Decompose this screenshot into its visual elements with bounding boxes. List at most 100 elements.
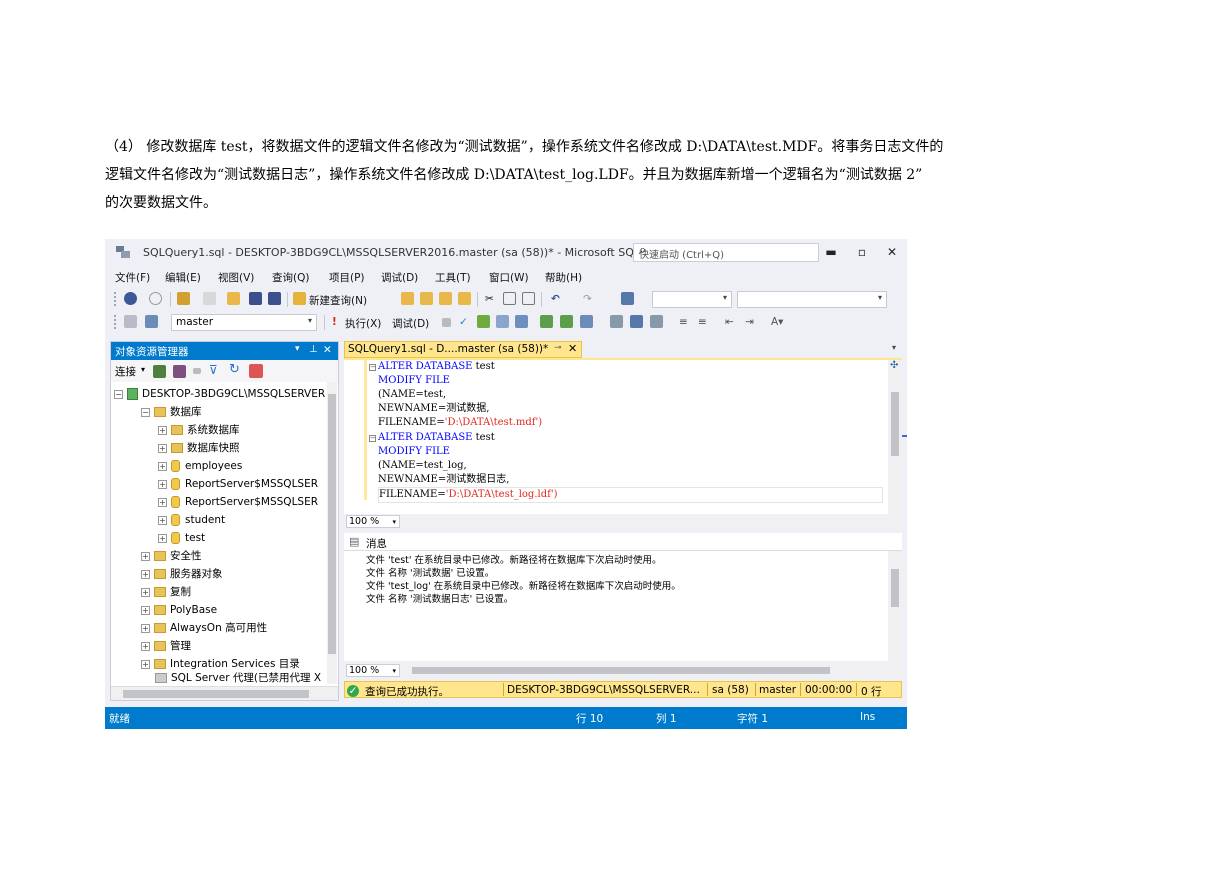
messages-vscroll[interactable] — [888, 551, 902, 661]
save-all-icon[interactable] — [268, 292, 281, 305]
expand-icon[interactable]: + — [141, 569, 150, 579]
specify-values-icon[interactable]: A▾ — [771, 316, 783, 328]
panel-dropdown-icon[interactable]: ▾ — [295, 344, 300, 354]
menu-query[interactable]: 查询(Q) — [272, 270, 309, 285]
results-file-icon[interactable] — [650, 315, 663, 328]
menu-project[interactable]: 项目(P) — [329, 270, 365, 285]
collapse-icon[interactable]: − — [141, 407, 150, 417]
maximize-button[interactable]: ▫ — [851, 243, 873, 261]
expand-icon[interactable]: + — [158, 497, 167, 507]
connect-dropdown-icon[interactable]: ▾ — [141, 365, 145, 374]
tree-node-databases[interactable]: − 数据库 — [141, 403, 202, 421]
tree-node-db-snapshots[interactable]: + 数据库快照 — [158, 439, 240, 457]
expand-icon[interactable]: + — [158, 515, 167, 525]
results-text-icon[interactable] — [610, 315, 623, 328]
save-icon[interactable] — [249, 292, 262, 305]
disconnect-icon[interactable] — [173, 365, 186, 378]
new-query-icon[interactable] — [293, 292, 306, 305]
tab-sqlquery1[interactable]: SQLQuery1.sql - D....master (sa (58))* ⊸… — [344, 341, 582, 358]
expand-icon[interactable]: + — [141, 605, 150, 615]
stop-icon[interactable] — [193, 368, 201, 374]
scroll-thumb[interactable] — [891, 392, 899, 456]
editor-zoom-select[interactable]: 100 % ▾ — [346, 515, 400, 528]
database-select[interactable]: master ▾ — [171, 314, 317, 331]
menu-edit[interactable]: 编辑(E) — [165, 270, 201, 285]
client-stats-icon[interactable] — [580, 315, 593, 328]
db-engine-query-icon[interactable] — [401, 292, 414, 305]
editor-vscroll[interactable]: ✣ — [888, 360, 902, 514]
scroll-thumb[interactable] — [328, 394, 336, 654]
expand-icon[interactable]: + — [141, 659, 150, 669]
comment-icon[interactable]: ≡ — [679, 316, 688, 328]
tree-node-system-databases[interactable]: + 系统数据库 — [158, 421, 240, 439]
expand-icon[interactable]: + — [158, 425, 167, 435]
query-designer-icon[interactable] — [496, 315, 509, 328]
expand-icon[interactable]: + — [158, 533, 167, 543]
messages-hscroll-thumb[interactable] — [412, 667, 830, 674]
tree-node-alwayson[interactable]: + AlwaysOn 高可用性 — [141, 619, 267, 637]
menu-window[interactable]: 窗口(W) — [489, 270, 529, 285]
tab-messages[interactable]: ▤ 消息 — [344, 533, 902, 551]
scroll-thumb[interactable] — [891, 569, 899, 607]
toolbar-grip[interactable] — [114, 292, 117, 306]
uncomment-icon[interactable]: ≡ — [698, 316, 707, 328]
tab-list-dropdown-icon[interactable]: ▾ — [892, 343, 896, 352]
menu-debug[interactable]: 调试(D) — [381, 270, 418, 285]
execute-icon[interactable]: ! — [332, 316, 337, 328]
debug-button[interactable]: 调试(D) — [392, 316, 429, 331]
execute-button[interactable]: 执行(X) — [345, 316, 381, 331]
expand-icon[interactable]: + — [158, 479, 167, 489]
back-icon[interactable] — [124, 292, 137, 305]
screen-icon[interactable] — [621, 292, 634, 305]
activity-monitor-icon[interactable] — [249, 364, 263, 378]
collapse-block-icon[interactable]: − — [369, 364, 376, 371]
tree-node-replication[interactable]: + 复制 — [141, 583, 191, 601]
display-plan-icon[interactable] — [477, 315, 490, 328]
collapse-icon[interactable]: − — [114, 389, 123, 399]
menu-tools[interactable]: 工具(T) — [435, 270, 471, 285]
expand-icon[interactable]: + — [141, 551, 150, 561]
toolbar-grip-2[interactable] — [114, 315, 117, 329]
tree-node-employees[interactable]: + employees — [158, 457, 242, 475]
scroll-thumb[interactable] — [123, 690, 309, 698]
tree-node-polybase[interactable]: + PolyBase — [141, 601, 217, 619]
cancel-query-icon[interactable] — [442, 318, 451, 327]
tree-node-test[interactable]: + test — [158, 529, 205, 547]
analysis-query-icon[interactable] — [420, 292, 433, 305]
live-stats-icon[interactable] — [560, 315, 573, 328]
menu-view[interactable]: 视图(V) — [218, 270, 254, 285]
tree-node-reportserver[interactable]: + ReportServer$MSSQLSER — [158, 475, 318, 493]
close-button[interactable]: ✕ — [881, 243, 903, 261]
messages-zoom-select[interactable]: 100 % ▾ — [346, 664, 400, 677]
mdx-query-icon[interactable] — [439, 292, 452, 305]
tree-node-server-objects[interactable]: + 服务器对象 — [141, 565, 223, 583]
dmx-query-icon[interactable] — [458, 292, 471, 305]
connect-server-icon[interactable] — [153, 365, 166, 378]
change-connection-icon[interactable] — [145, 315, 158, 328]
undo-icon[interactable]: ↶ — [551, 293, 560, 305]
cut-icon[interactable]: ✂ — [485, 293, 494, 305]
new-query-button[interactable]: 新建查询(N) — [309, 293, 367, 308]
actual-plan-icon[interactable] — [540, 315, 553, 328]
split-icon[interactable]: ✣ — [890, 360, 898, 371]
tree-node-student[interactable]: + student — [158, 511, 225, 529]
connect-icon[interactable] — [124, 315, 137, 328]
results-grid-icon[interactable] — [630, 315, 643, 328]
expand-icon[interactable]: + — [141, 587, 150, 597]
refresh-icon[interactable]: ↻ — [229, 362, 240, 377]
open-file-icon[interactable] — [227, 292, 240, 305]
object-explorer-vscroll[interactable] — [327, 382, 337, 684]
minimize-button[interactable]: ▬ — [820, 243, 842, 261]
search-icon[interactable]: ⌕ — [639, 243, 838, 258]
pin-tab-icon[interactable]: ⊸ — [554, 343, 562, 353]
tree-node-security[interactable]: + 安全性 — [141, 547, 202, 565]
expand-icon[interactable]: + — [141, 641, 150, 651]
tree-node-sql-agent[interactable]: SQL Server 代理(已禁用代理 X — [155, 671, 321, 683]
expand-icon[interactable]: + — [158, 461, 167, 471]
platform-select[interactable]: ▾ — [737, 291, 887, 308]
new-project-icon[interactable] — [177, 292, 190, 305]
close-panel-icon[interactable]: ✕ — [323, 344, 332, 356]
redo-icon[interactable]: ↷ — [583, 293, 592, 305]
tree-server-node[interactable]: − DESKTOP-3BDG9CL\MSSQLSERVER — [114, 385, 325, 403]
expand-icon[interactable]: + — [141, 623, 150, 633]
